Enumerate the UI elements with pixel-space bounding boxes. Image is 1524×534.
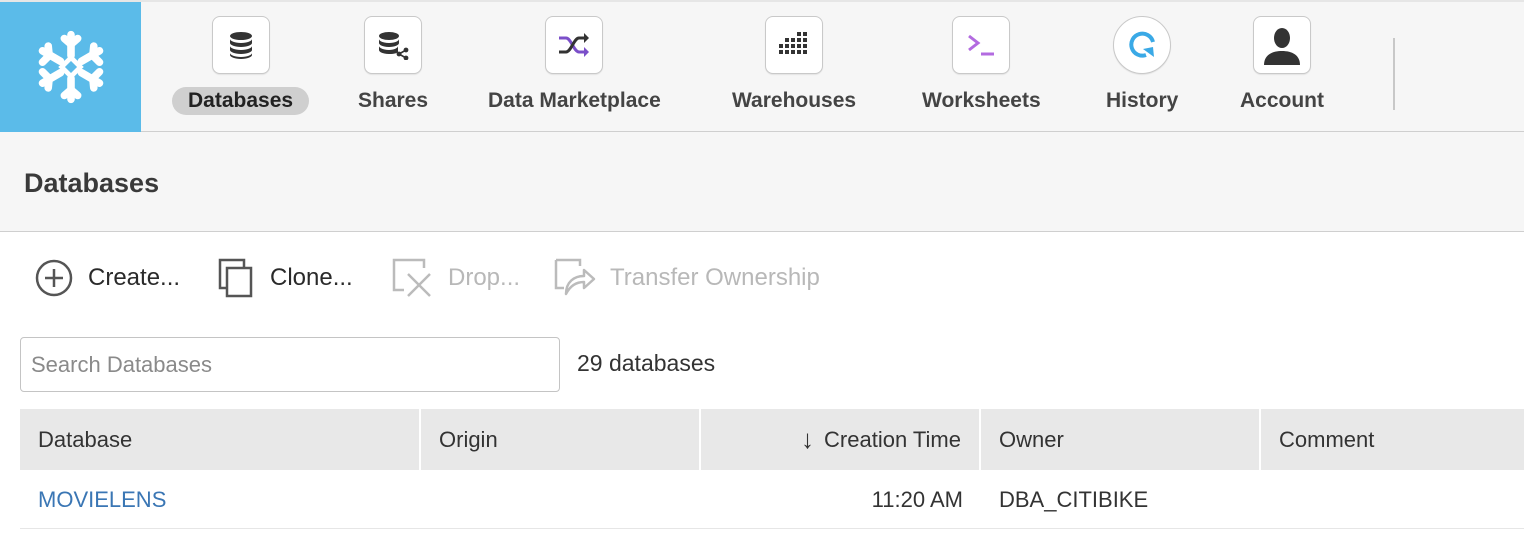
shuffle-icon — [545, 16, 604, 74]
clone-icon — [218, 258, 253, 298]
nav-item-data-marketplace[interactable]: Data Marketplace — [472, 16, 677, 126]
drop-button-label: Drop... — [448, 264, 521, 291]
user-silhouette-icon — [1253, 16, 1311, 74]
clone-button[interactable]: Clone... — [216, 250, 353, 306]
snowflake-logo[interactable] — [0, 2, 141, 132]
column-header-origin[interactable]: Origin — [421, 409, 701, 470]
sort-arrow-down-icon: ↓ — [801, 424, 815, 454]
drop-x-icon — [392, 258, 431, 297]
nav-item-worksheets[interactable]: Worksheets — [906, 16, 1057, 126]
database-icon — [211, 16, 270, 74]
column-header-label: Owner — [999, 426, 1064, 452]
page-header: Databases — [0, 132, 1524, 232]
terminal-prompt-icon — [952, 16, 1011, 74]
transfer-arrow-icon — [554, 258, 596, 296]
cell-creation-time: 11:20 AM — [871, 486, 963, 512]
create-button-label: Create... — [88, 264, 181, 291]
nav-label-account: Account — [1240, 89, 1324, 112]
database-count: 29 databases — [577, 350, 716, 376]
snowflake-icon — [38, 30, 103, 104]
nav-item-databases[interactable]: Databases — [172, 16, 310, 126]
top-nav-bar: Databases Shares Data Marketplace Wareho… — [0, 0, 1524, 132]
cell-origin — [421, 470, 701, 529]
cell-owner: DBA_CITIBIKE — [999, 486, 1149, 512]
action-toolbar: Create... Clone... Drop... Transfer Owne… — [0, 250, 1000, 306]
nav-label-shares: Shares — [358, 89, 429, 112]
nav-item-warehouses[interactable]: Warehouses — [716, 16, 872, 126]
transfer-ownership-label: Transfer Ownership — [610, 264, 820, 291]
nav-label-databases: Databases — [172, 87, 310, 115]
cell-database[interactable]: MOVIELENS — [20, 470, 421, 529]
cell-comment — [1261, 470, 1524, 529]
table-row[interactable]: MOVIELENS 11:20 AM DBA_CITIBIKE — [20, 470, 1524, 529]
page-title: Databases — [24, 168, 160, 198]
nav-item-account[interactable]: Account — [1224, 16, 1340, 126]
column-header-label: Origin — [439, 426, 498, 452]
nav-label-worksheets: Worksheets — [922, 89, 1041, 112]
nav-label-data-marketplace: Data Marketplace — [488, 89, 661, 112]
column-header-database[interactable]: Database — [20, 409, 421, 470]
drop-button[interactable]: Drop... — [390, 250, 520, 306]
nav-item-shares[interactable]: Shares — [342, 16, 444, 126]
column-header-comment[interactable]: Comment — [1261, 409, 1524, 470]
column-header-label: Comment — [1279, 426, 1375, 452]
transfer-ownership-button[interactable]: Transfer Ownership — [552, 250, 820, 306]
column-header-owner[interactable]: Owner — [981, 409, 1261, 470]
search-databases-input[interactable] — [20, 337, 560, 392]
history-refresh-icon — [1113, 16, 1172, 74]
grid-dots-icon — [765, 16, 824, 74]
create-button[interactable]: Create... — [34, 250, 180, 306]
column-header-creation-time[interactable]: ↓ Creation Time — [701, 409, 981, 470]
nav-label-history: History — [1106, 89, 1179, 112]
share-database-icon — [364, 16, 423, 74]
table-header: Database Origin ↓ Creation Time Owner Co… — [20, 409, 1524, 470]
nav-divider — [1393, 38, 1395, 110]
nav-label-warehouses: Warehouses — [732, 89, 857, 112]
column-header-label: Database — [38, 426, 133, 452]
databases-table: Database Origin ↓ Creation Time Owner Co… — [20, 409, 1524, 529]
column-header-label: Creation Time — [824, 426, 961, 452]
nav-item-history[interactable]: History — [1090, 16, 1194, 126]
database-link[interactable]: MOVIELENS — [38, 487, 166, 513]
clone-button-label: Clone... — [270, 264, 353, 291]
plus-circle-icon — [35, 259, 73, 297]
